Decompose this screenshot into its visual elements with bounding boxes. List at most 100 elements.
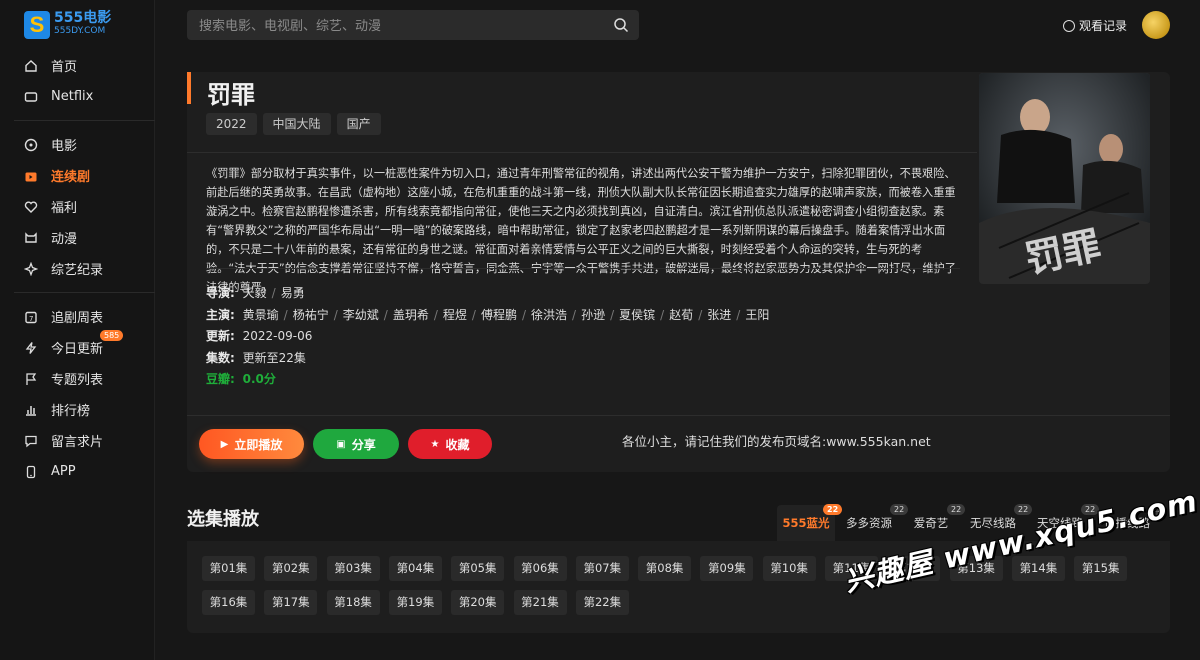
episode-button[interactable]: 第17集	[264, 590, 318, 615]
tag-region[interactable]: 中国大陆	[262, 113, 331, 135]
search-input[interactable]	[199, 10, 599, 40]
logo-subtitle: 555DY.COM	[54, 26, 106, 36]
sidebar-item-weekly[interactable]: 7 追剧周表	[0, 301, 155, 332]
sidebar-item-ranking[interactable]: 排行榜	[0, 394, 155, 425]
sidebar-item-label: 专题列表	[51, 373, 104, 388]
search-bar	[187, 10, 639, 40]
episode-button[interactable]: 第16集	[202, 590, 255, 615]
cast-link[interactable]: 张进	[707, 308, 731, 322]
episode-button[interactable]: 第09集	[700, 556, 754, 581]
logo-title: 555电影	[54, 10, 112, 26]
cast-link[interactable]: 王阳	[745, 308, 769, 322]
favorite-button[interactable]: ★ 收藏	[408, 429, 492, 459]
source-tab-label: 555蓝光	[782, 516, 830, 530]
series-icon	[24, 169, 38, 183]
cast-link[interactable]: 盖玥希	[393, 308, 429, 322]
site-logo[interactable]: S 555电影 555DY.COM	[24, 11, 111, 39]
list-separator: /	[471, 307, 476, 322]
list-separator: /	[333, 307, 338, 322]
share-button[interactable]: ▣ 分享	[313, 429, 399, 459]
cast-list: 黄景瑜 / 杨祐宁 / 李幼斌 / 盖玥希 / 程煜 / 傅程鹏 / 徐洪浩 / 孙逊 / 夏侯镔 / 赵荀 / 张进 /…	[243, 308, 770, 322]
sidebar-item-label: APP	[51, 464, 76, 479]
sidebar-item-label: Netflix	[51, 89, 94, 104]
episode-button[interactable]: 第10集	[762, 556, 816, 581]
cast-link[interactable]: 杨祐宁	[293, 308, 329, 322]
domain-notice: 各位小主，请记住我们的发布页域名:www.555kan.net	[622, 434, 931, 449]
search-icon[interactable]	[613, 17, 629, 33]
sidebar-item-netflix[interactable]: Netflix	[0, 81, 155, 112]
update-label: 更新:	[206, 329, 235, 343]
divider	[187, 152, 977, 153]
app-root: S 555电影 555DY.COM 首页 Netflix 电影 连续剧 福利 动…	[0, 0, 1200, 660]
sparkle-icon	[23, 261, 39, 276]
cast-label: 主演:	[206, 307, 235, 322]
cast-link[interactable]: 傅程鹏	[481, 308, 517, 322]
bolt-icon	[24, 341, 38, 355]
cast-link[interactable]: 徐洪浩	[531, 308, 567, 322]
chart-icon	[24, 403, 38, 417]
star-icon: ★	[430, 438, 440, 450]
sidebar-item-home[interactable]: 首页	[0, 50, 155, 81]
share-label: 分享	[351, 437, 376, 452]
meta-info: 导演: 天毅 / 易勇 主演: 黄景瑜 / 杨祐宁 / 李幼斌 / 盖玥希 / 程煜 / 傅程鹏 / 徐洪浩…	[206, 283, 769, 391]
sidebar-item-variety[interactable]: 综艺纪录	[0, 253, 155, 284]
list-separator: /	[271, 286, 276, 300]
episode-button[interactable]: 第20集	[451, 590, 505, 615]
tag-year[interactable]: 2022	[206, 113, 257, 135]
sidebar-item-welfare[interactable]: 福利	[0, 191, 155, 222]
sidebar-item-label: 排行榜	[51, 404, 91, 419]
poster-image[interactable]: 罚罪	[979, 73, 1150, 284]
sidebar-item-label: 动漫	[51, 232, 78, 247]
svg-text:7: 7	[29, 315, 33, 323]
detail-card: 罚罪 2022 中国大陆 国产 《罚罪》部分取材于真实事件，以一桩恶性案件为切入…	[187, 72, 1170, 472]
episode-button[interactable]: 第18集	[326, 590, 380, 615]
episode-button[interactable]: 第21集	[513, 590, 567, 615]
episode-button[interactable]: 第03集	[326, 556, 380, 581]
home-icon	[24, 59, 38, 73]
sidebar-item-message[interactable]: 留言求片	[0, 425, 155, 456]
episodes-label: 集数:	[206, 350, 235, 365]
cast-link[interactable]: 赵荀	[669, 308, 693, 322]
clock-icon	[1063, 19, 1075, 32]
cast-link[interactable]: 程煜	[443, 308, 467, 322]
list-separator: /	[698, 307, 703, 322]
episode-button[interactable]: 第19集	[388, 590, 442, 615]
list-separator: /	[283, 307, 288, 322]
source-tab[interactable]: 555蓝光 22	[777, 504, 843, 541]
favorite-label: 收藏	[445, 437, 470, 452]
director-link[interactable]: 天毅	[243, 286, 267, 300]
history-label: 观看记录	[1079, 19, 1128, 33]
sidebar-item-anime[interactable]: 动漫	[0, 222, 155, 253]
sidebar-item-topics[interactable]: 专题列表	[0, 363, 155, 394]
anime-icon	[24, 231, 38, 245]
episode-button[interactable]: 第22集	[575, 590, 629, 615]
avatar[interactable]	[1142, 11, 1170, 39]
cast-link[interactable]: 黄景瑜	[243, 308, 279, 322]
list-separator: /	[572, 307, 577, 322]
message-icon	[24, 434, 38, 448]
sidebar-item-label: 今日更新	[51, 342, 104, 357]
director-link[interactable]: 易勇	[281, 286, 305, 300]
episode-button[interactable]: 第15集	[1074, 556, 1128, 581]
episode-button[interactable]: 第07集	[575, 556, 629, 581]
sidebar-item-today[interactable]: 今日更新 585	[0, 330, 155, 363]
sidebar-item-series[interactable]: 连续剧	[0, 160, 155, 191]
episode-button[interactable]: 第06集	[513, 556, 567, 581]
source-tab[interactable]: 多多资源 22	[836, 504, 909, 541]
cast-link[interactable]: 夏侯镔	[619, 308, 655, 322]
episode-button[interactable]: 第08集	[638, 556, 692, 581]
sidebar-item-app[interactable]: APP	[0, 456, 155, 487]
sidebar-item-movies[interactable]: 电影	[0, 129, 155, 160]
cast-link[interactable]: 孙逊	[581, 308, 605, 322]
watch-history-link[interactable]: 观看记录	[1063, 17, 1127, 34]
score-row: 豆瓣: 0.0分	[206, 369, 769, 391]
play-button[interactable]: ▶ 立即播放	[199, 429, 304, 459]
episode-button[interactable]: 第02集	[264, 556, 318, 581]
episode-button[interactable]: 第05集	[451, 556, 505, 581]
cast-link[interactable]: 李幼斌	[343, 308, 379, 322]
tag-category[interactable]: 国产	[336, 113, 381, 135]
episode-button[interactable]: 第01集	[202, 556, 255, 581]
source-tab-label: 多多资源	[846, 516, 892, 530]
list-separator: /	[736, 307, 741, 322]
episode-button[interactable]: 第04集	[388, 556, 442, 581]
